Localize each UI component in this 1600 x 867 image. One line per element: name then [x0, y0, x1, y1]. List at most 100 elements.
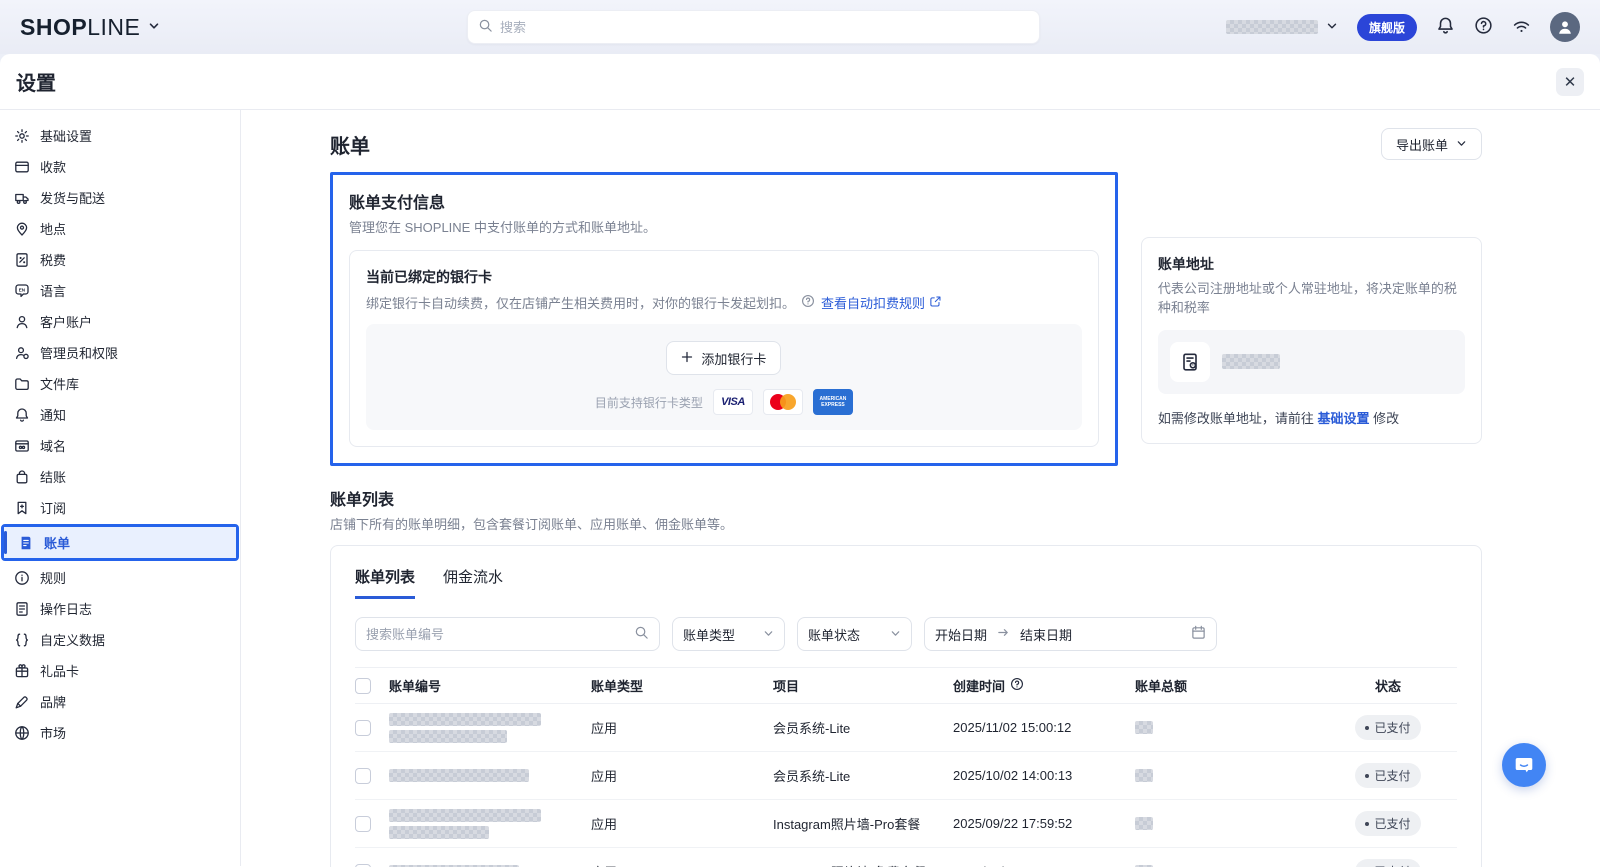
end-date-field[interactable]: 结束日期: [1020, 625, 1072, 644]
billing-list-title: 账单列表: [330, 486, 1482, 510]
sidebar-item-brand[interactable]: 品牌: [0, 686, 240, 717]
add-bank-card-button[interactable]: 添加银行卡: [666, 341, 781, 375]
domain-browser-icon: [14, 438, 30, 454]
bill-type-cell: 应用: [591, 862, 773, 867]
sidebar-item-custom-data[interactable]: 自定义数据: [0, 624, 240, 655]
bill-id-redacted: [389, 809, 541, 822]
bill-search-input[interactable]: [366, 627, 626, 642]
highlight-annotation-billing: 账单: [1, 524, 239, 561]
store-switcher[interactable]: [1226, 20, 1338, 35]
close-icon[interactable]: ✕: [1556, 68, 1584, 96]
sidebar-item-label: 管理员和权限: [40, 343, 118, 362]
status-badge: 已支付: [1355, 811, 1420, 836]
tab-billing-list[interactable]: 账单列表: [355, 566, 415, 599]
amex-card-icon: AMERICAN EXPRESS: [813, 389, 853, 415]
col-header-status: 状态: [1319, 676, 1457, 695]
notification-bell-icon[interactable]: [1436, 16, 1455, 38]
help-circle-icon[interactable]: [801, 294, 815, 311]
tab-commission-flow[interactable]: 佣金流水: [443, 566, 503, 599]
page-title: 设置: [16, 67, 56, 96]
sidebar-item-activity-log[interactable]: 操作日志: [0, 593, 240, 624]
arrow-right-icon: [997, 626, 1010, 642]
sidebar-item-label: 礼品卡: [40, 661, 79, 680]
user-gear-icon: [14, 345, 30, 361]
bank-card-panel: 当前已绑定的银行卡 绑定银行卡自动续费，仅在店铺产生相关费用时，对你的银行卡发起…: [349, 250, 1099, 447]
col-header-project: 项目: [773, 676, 953, 695]
sidebar-item-payments[interactable]: 收款: [0, 151, 240, 182]
amount-redacted: [1135, 769, 1153, 782]
bill-id-redacted: [389, 826, 489, 839]
address-footer-prefix: 如需修改账单地址，请前往: [1158, 411, 1314, 426]
search-icon: [634, 625, 649, 643]
sidebar-item-label: 域名: [40, 436, 66, 455]
row-checkbox[interactable]: [355, 768, 371, 784]
sidebar-item-admins-permissions[interactable]: 管理员和权限: [0, 337, 240, 368]
info-circle-icon: [14, 570, 30, 586]
global-search-input[interactable]: [500, 20, 1029, 35]
sidebar-item-markets[interactable]: 市场: [0, 717, 240, 748]
bell-icon: [14, 407, 30, 423]
help-icon[interactable]: [1474, 16, 1493, 38]
status-badge: 已支付: [1355, 715, 1420, 740]
globe-icon: [14, 725, 30, 741]
chevron-down-icon: [1326, 20, 1338, 35]
calendar-icon: [1191, 625, 1206, 643]
global-search[interactable]: [467, 10, 1040, 44]
table-row[interactable]: 应用 会员系统-Lite 2025/11/02 15:00:12 已支付: [355, 704, 1457, 752]
add-card-zone: 添加银行卡 目前支持银行卡类型 VISA AMERICAN EXPRESS: [366, 324, 1082, 430]
project-cell: 会员系统-Lite: [773, 718, 953, 737]
sidebar-item-customer-accounts[interactable]: 客户账户: [0, 306, 240, 337]
bookmark-plus-icon: [14, 500, 30, 516]
sidebar-item-label: 地点: [40, 219, 66, 238]
bank-card-title: 当前已绑定的银行卡: [366, 267, 1082, 287]
bill-status-select[interactable]: 账单状态: [797, 617, 912, 651]
sidebar-item-taxes[interactable]: 税费: [0, 244, 240, 275]
gift-card-icon: [14, 663, 30, 679]
table-row[interactable]: 应用 Instagram照片墙-Pro套餐 2025/09/22 17:59:5…: [355, 800, 1457, 848]
sidebar-item-billing[interactable]: 账单: [4, 527, 236, 558]
network-status-icon[interactable]: [1512, 16, 1531, 38]
sidebar-item-rules[interactable]: 规则: [0, 562, 240, 593]
sidebar-item-languages[interactable]: EN 语言: [0, 275, 240, 306]
sidebar-item-label: 语言: [40, 281, 66, 300]
select-all-checkbox[interactable]: [355, 678, 371, 694]
sidebar-item-label: 通知: [40, 405, 66, 424]
help-circle-icon[interactable]: [1010, 677, 1024, 694]
table-row[interactable]: 应用 Instagram照片墙-免费套餐 2025/09/19 12:09:53…: [355, 848, 1457, 867]
date-range-picker[interactable]: 开始日期 结束日期: [924, 617, 1217, 651]
billing-list-subtitle: 店铺下所有的账单明细，包含套餐订阅账单、应用账单、佣金账单等。: [330, 514, 1482, 533]
user-icon: [14, 314, 30, 330]
sidebar-item-notifications[interactable]: 通知: [0, 399, 240, 430]
user-avatar[interactable]: [1550, 12, 1580, 42]
support-chat-button[interactable]: [1502, 743, 1546, 787]
col-header-amount: 账单总额: [1135, 676, 1319, 695]
sidebar-item-shipping[interactable]: 发货与配送: [0, 182, 240, 213]
sidebar-item-locations[interactable]: 地点: [0, 213, 240, 244]
bank-card-desc: 绑定银行卡自动续费，仅在店铺产生相关费用时，对你的银行卡发起划扣。: [366, 293, 795, 312]
sidebar-item-checkout[interactable]: 结账: [0, 461, 240, 492]
plan-badge[interactable]: 旗舰版: [1357, 14, 1417, 41]
billing-address-title: 账单地址: [1158, 254, 1465, 274]
auto-debit-rules-link[interactable]: 查看自动扣费规则: [821, 293, 942, 312]
sidebar-item-files[interactable]: 文件库: [0, 368, 240, 399]
sidebar-item-general-settings[interactable]: 基础设置: [0, 120, 240, 151]
export-bills-button[interactable]: 导出账单: [1381, 128, 1482, 160]
row-checkbox[interactable]: [355, 864, 371, 867]
start-date-field[interactable]: 开始日期: [935, 625, 987, 644]
sidebar-item-subscriptions[interactable]: 订阅: [0, 492, 240, 523]
general-settings-link[interactable]: 基础设置: [1318, 408, 1370, 427]
row-checkbox[interactable]: [355, 816, 371, 832]
shopline-logo[interactable]: SHOPLINE: [20, 14, 160, 41]
language-bubble-icon: EN: [14, 283, 30, 299]
table-row[interactable]: 应用 会员系统-Lite 2025/10/02 14:00:13 已支付: [355, 752, 1457, 800]
sidebar-item-domains[interactable]: 域名: [0, 430, 240, 461]
sidebar-item-gift-cards[interactable]: 礼品卡: [0, 655, 240, 686]
shopping-bag-icon: [14, 469, 30, 485]
chevron-down-icon: [1456, 137, 1467, 152]
bill-search[interactable]: [355, 617, 660, 651]
chevron-down-icon: [763, 627, 774, 642]
billing-main: 账单 导出账单 账单支付信息 管理您在 SHOPLINE 中支付账单的方式和账单…: [330, 110, 1482, 866]
bill-type-select[interactable]: 账单类型: [672, 617, 785, 651]
row-checkbox[interactable]: [355, 720, 371, 736]
external-link-icon: [929, 295, 942, 311]
